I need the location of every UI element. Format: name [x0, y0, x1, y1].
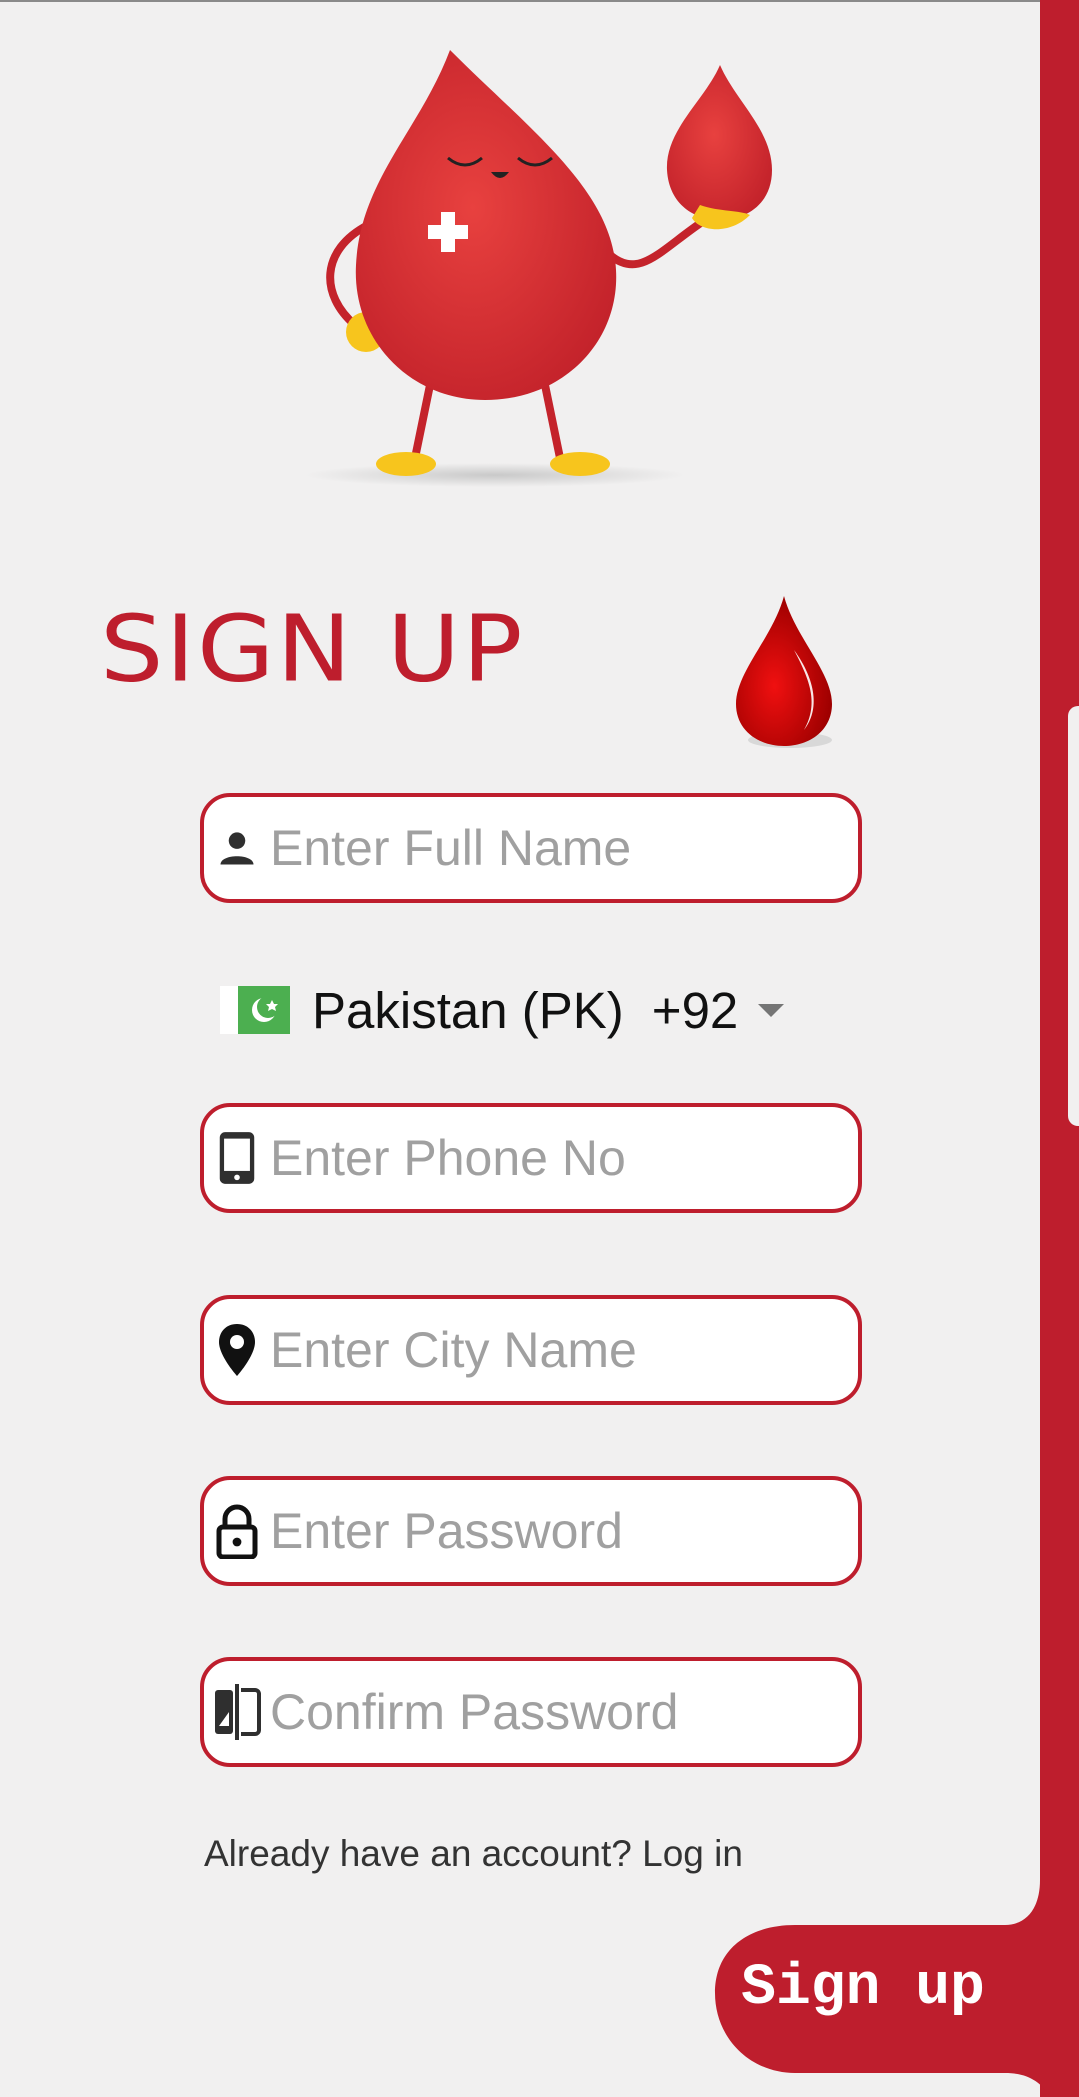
login-link[interactable]: Already have an account? Log in: [204, 1833, 743, 1875]
phone-input[interactable]: [270, 1129, 830, 1187]
city-input[interactable]: [270, 1321, 830, 1379]
signup-button[interactable]: Sign up: [686, 1925, 1040, 2051]
blood-drop-icon: [736, 596, 832, 748]
pakistan-flag-icon: [220, 986, 290, 1034]
country-name: Pakistan (PK): [312, 981, 624, 1039]
page-title: SIGN UP: [100, 595, 525, 703]
confirm-password-input[interactable]: [270, 1683, 830, 1741]
country-code-picker[interactable]: Pakistan (PK) +92: [220, 975, 785, 1045]
confirm-password-field[interactable]: [200, 1657, 862, 1767]
full-name-field[interactable]: [200, 793, 862, 903]
phone-field[interactable]: [200, 1103, 862, 1213]
chevron-down-icon: [758, 1003, 785, 1017]
top-border: [0, 0, 1079, 2]
smartphone-icon: [212, 1132, 262, 1184]
lock-icon: [212, 1504, 262, 1559]
dial-code: +92: [651, 981, 739, 1039]
compare-icon: [212, 1684, 262, 1740]
location-pin-icon: [212, 1324, 262, 1376]
side-notch: [1068, 706, 1079, 1126]
blood-drop-mascot-illustration: [305, 50, 772, 487]
city-field[interactable]: [200, 1295, 862, 1405]
person-icon: [212, 823, 262, 873]
password-field[interactable]: [200, 1476, 862, 1586]
password-input[interactable]: [270, 1502, 830, 1560]
full-name-input[interactable]: [270, 819, 830, 877]
